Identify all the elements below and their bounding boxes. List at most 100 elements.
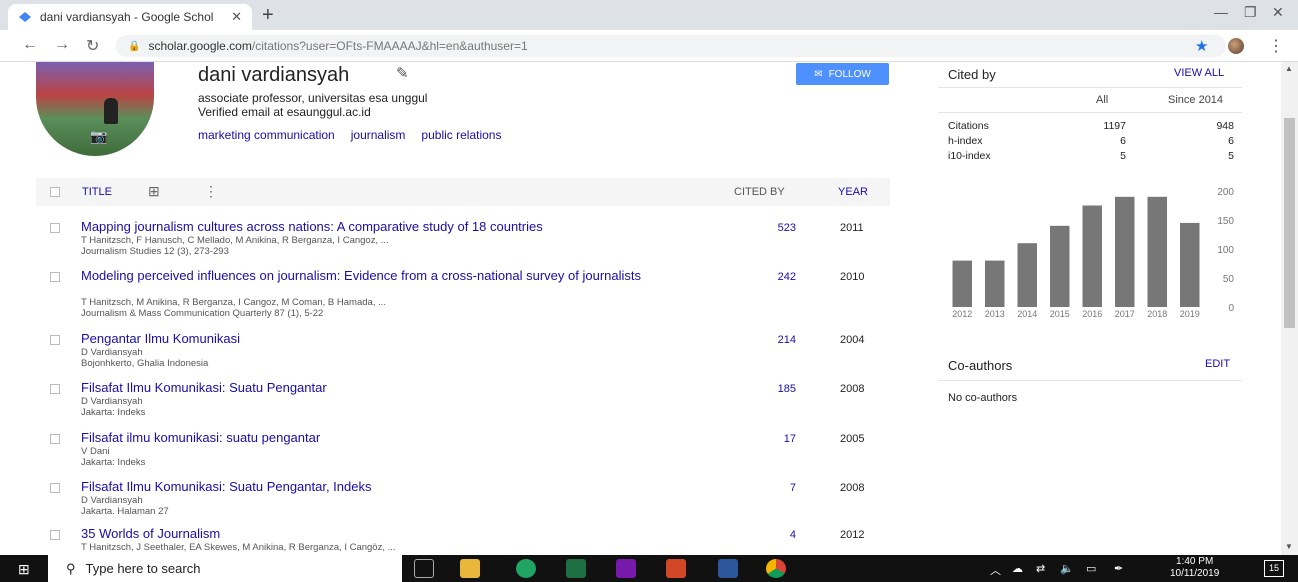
row-checkbox[interactable]	[50, 223, 60, 233]
sort-cited-by[interactable]: CITED BY	[734, 186, 785, 198]
tab-title: dani vardiansyah - Google Schol	[40, 10, 214, 24]
browser-menu-icon[interactable]: ⋮	[1268, 36, 1284, 56]
follow-button[interactable]: ✉ FOLLOW	[796, 63, 889, 85]
cited-count[interactable]: 4	[736, 529, 796, 541]
camera-icon[interactable]: 📷	[90, 128, 107, 145]
windows-start-icon[interactable]: ⊞	[18, 561, 30, 578]
pen-icon[interactable]: ✒	[1114, 562, 1123, 575]
article-title[interactable]: Pengantar Ilmu Komunikasi	[81, 332, 681, 346]
cited-count[interactable]: 185	[736, 383, 796, 395]
chart-bar[interactable]	[1017, 243, 1038, 307]
close-window-icon[interactable]: ✕	[1272, 4, 1284, 21]
tab-close-icon[interactable]: ✕	[231, 9, 242, 25]
cited-count[interactable]: 7	[736, 482, 796, 494]
article-title[interactable]: 35 Worlds of Journalism	[81, 527, 681, 541]
article-title[interactable]: Mapping journalism cultures across natio…	[81, 220, 681, 234]
excel-icon[interactable]	[566, 559, 586, 578]
select-all-checkbox[interactable]	[50, 187, 60, 197]
sort-year[interactable]: YEAR	[838, 186, 868, 198]
cited-count[interactable]: 242	[736, 271, 796, 283]
stat-label[interactable]: Citations	[948, 120, 989, 132]
column-all: All	[1096, 94, 1109, 106]
cited-count[interactable]: 523	[736, 222, 796, 234]
battery-icon[interactable]: ▭	[1086, 562, 1096, 575]
row-checkbox[interactable]	[50, 530, 60, 540]
interest-link[interactable]: journalism	[351, 128, 406, 142]
no-coauthors-text: No co-authors	[948, 392, 1018, 404]
reload-icon[interactable]: ↻	[86, 36, 99, 56]
row-checkbox[interactable]	[50, 272, 60, 282]
article-title[interactable]: Filsafat Ilmu Komunikasi: Suatu Penganta…	[81, 480, 681, 494]
chrome-icon[interactable]	[766, 559, 786, 578]
profile-avatar-icon[interactable]	[1228, 38, 1244, 54]
article-year: 2012	[840, 529, 865, 541]
new-tab-icon[interactable]: +	[262, 4, 274, 27]
taskbar-clock[interactable]: 1:40 PM 10/11/2019	[1170, 556, 1219, 580]
taskbar-search[interactable]: ⚲ Type here to search	[48, 555, 402, 582]
citations-bar-chart: 2012 2013 2014 2015 2016 2017 2018 2019 0 50 100 15…	[952, 187, 1234, 319]
powerpoint-icon[interactable]	[666, 559, 686, 578]
y-tick-label: 100	[1217, 245, 1234, 256]
article-year: 2011	[840, 222, 864, 234]
scroll-thumb[interactable]	[1284, 118, 1295, 328]
x-tick-label: 2014	[1017, 309, 1037, 319]
notification-center-icon[interactable]: 15	[1264, 560, 1284, 577]
article-year: 2008	[840, 482, 865, 494]
onedrive-icon[interactable]: ☁	[1012, 562, 1023, 575]
more-actions-icon[interactable]: ⋮	[204, 183, 218, 200]
sort-title[interactable]: TITLE	[82, 186, 112, 198]
url-host: scholar.google.com	[148, 39, 252, 53]
scroll-up-icon[interactable]: ▲	[1285, 64, 1293, 73]
word-icon[interactable]	[718, 559, 738, 578]
chart-bar[interactable]	[1180, 222, 1200, 307]
row-checkbox[interactable]	[50, 335, 60, 345]
onenote-icon[interactable]	[616, 559, 636, 578]
edit-pencil-icon[interactable]: ✎	[396, 64, 409, 82]
volume-icon[interactable]: 🔈	[1060, 562, 1074, 575]
row-checkbox[interactable]	[50, 384, 60, 394]
restore-icon[interactable]: ❐	[1244, 4, 1257, 21]
chart-bar[interactable]	[985, 260, 1005, 307]
stat-label[interactable]: h-index	[948, 135, 982, 147]
article-venue: Jakarta. Halaman 27	[81, 506, 169, 517]
show-hidden-icons-icon[interactable]: ︿	[990, 562, 1001, 578]
scrollbar[interactable]: ▲ ▼	[1281, 62, 1298, 555]
add-article-icon[interactable]: ⊞	[148, 183, 160, 200]
chart-bar[interactable]	[1147, 196, 1168, 307]
url-field[interactable]: 🔒 scholar.google.com/citations?user=OFts…	[116, 35, 1226, 57]
minimize-icon[interactable]: —	[1214, 4, 1228, 20]
article-title[interactable]: Filsafat Ilmu Komunikasi: Suatu Penganta…	[81, 381, 681, 395]
chart-bar[interactable]	[1115, 196, 1135, 307]
coauthors-edit-link[interactable]: EDIT	[1205, 358, 1230, 370]
browser-tab[interactable]: dani vardiansyah - Google Schol ✕	[8, 4, 252, 30]
whatsapp-icon[interactable]	[516, 559, 536, 578]
cited-count[interactable]: 214	[736, 334, 796, 346]
article-title[interactable]: Filsafat ilmu komunikasi: suatu penganta…	[81, 431, 681, 445]
view-all-link[interactable]: VIEW ALL	[1174, 67, 1224, 79]
article-year: 2005	[840, 433, 865, 445]
article-year: 2004	[840, 334, 865, 346]
stat-since: 6	[1228, 135, 1234, 147]
bookmark-star-icon[interactable]: ★	[1195, 37, 1208, 55]
article-venue: Journalism Studies 12 (3), 273-293	[81, 246, 229, 257]
article-title[interactable]: Modeling perceived influences on journal…	[81, 269, 681, 283]
cited-count[interactable]: 17	[736, 433, 796, 445]
file-explorer-icon[interactable]	[460, 559, 480, 578]
row-checkbox[interactable]	[50, 483, 60, 493]
network-icon[interactable]: ⇄	[1036, 562, 1045, 575]
row-checkbox[interactable]	[50, 434, 60, 444]
chart-bar[interactable]	[1082, 205, 1103, 308]
stat-since: 5	[1228, 150, 1234, 162]
chart-bar[interactable]	[1050, 225, 1070, 307]
interest-link[interactable]: marketing communication	[198, 128, 335, 142]
task-view-icon[interactable]	[414, 559, 434, 578]
scroll-down-icon[interactable]: ▼	[1285, 542, 1293, 551]
chart-bar[interactable]	[952, 260, 973, 307]
forward-icon[interactable]: →	[54, 36, 70, 54]
interest-link[interactable]: public relations	[421, 128, 501, 142]
profile-photo[interactable]: 📷	[36, 62, 154, 156]
back-icon[interactable]: ←	[22, 36, 38, 54]
stat-label[interactable]: i10-index	[948, 150, 991, 162]
profile-affiliation: associate professor, universitas esa ung…	[198, 91, 428, 105]
x-tick-label: 2012	[952, 309, 972, 319]
